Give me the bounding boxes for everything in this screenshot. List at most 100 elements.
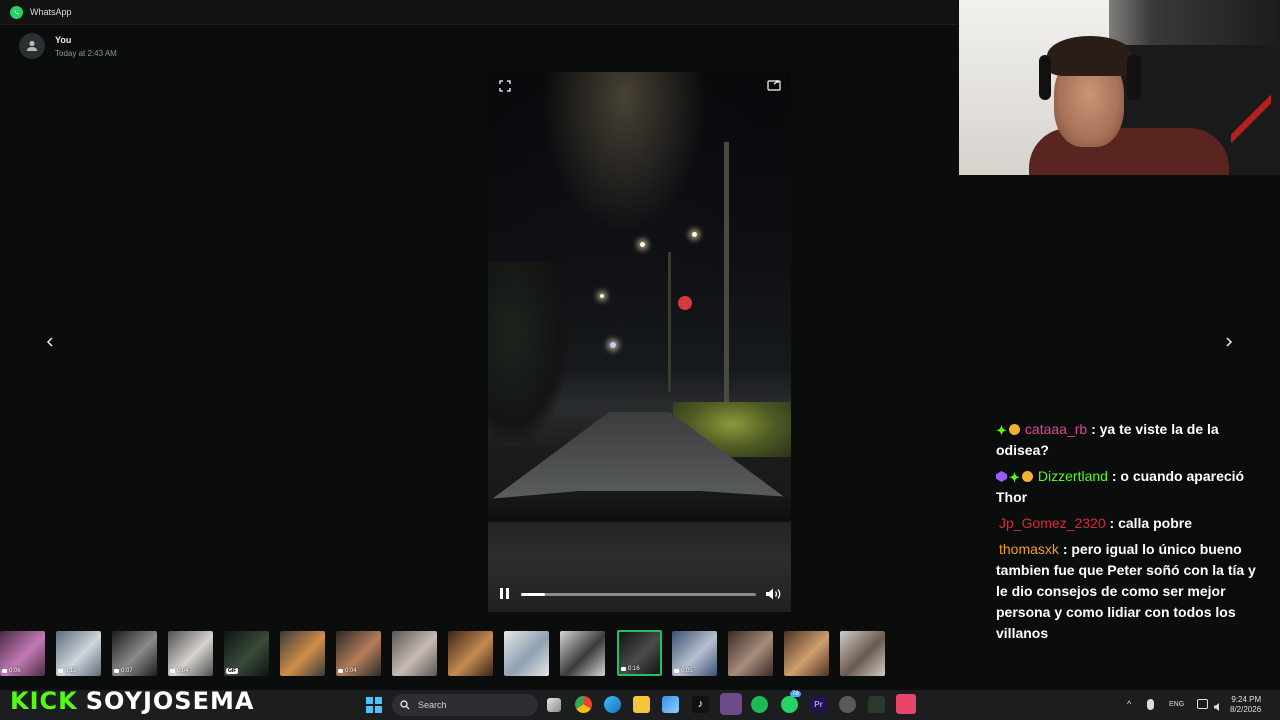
chat-username[interactable]: Jp_Gomez_2320 bbox=[999, 515, 1106, 531]
video-duration: 0:06 bbox=[9, 668, 21, 674]
webcam-hair bbox=[1047, 36, 1133, 76]
screen: WhatsApp You Today at 2:43 AM 0:06 0:10 … bbox=[0, 0, 1280, 720]
task-view-icon[interactable] bbox=[547, 698, 561, 712]
media-thumbnail[interactable]: GIF bbox=[224, 631, 269, 676]
video-duration: 0:10 bbox=[65, 668, 77, 674]
webcam-headset bbox=[1039, 55, 1051, 100]
media-thumbnail[interactable] bbox=[728, 631, 773, 676]
microsoft-store-icon[interactable] bbox=[662, 696, 679, 713]
video-frame-streetlight bbox=[692, 232, 697, 237]
media-thumbnail[interactable] bbox=[280, 631, 325, 676]
video-duration: 0:07 bbox=[121, 668, 133, 674]
picture-in-picture-icon[interactable] bbox=[767, 79, 781, 92]
chat-message: ✦ Dizzertland : o cuando apareció Thor bbox=[996, 466, 1266, 508]
windows-start-icon[interactable] bbox=[366, 697, 382, 713]
pause-icon-bar bbox=[506, 588, 509, 599]
tray-overflow-icon[interactable]: ^ bbox=[1127, 699, 1131, 709]
video-frame-streetlight bbox=[600, 294, 604, 298]
media-thumbnail[interactable] bbox=[448, 631, 493, 676]
message-timestamp: Today at 2:43 AM bbox=[55, 48, 117, 58]
taskbar-clock[interactable]: 9:24 PM 8/2/2026 bbox=[1230, 695, 1261, 715]
discord-icon[interactable] bbox=[720, 693, 742, 715]
media-thumbnail[interactable]: 0:07 bbox=[112, 631, 157, 676]
video-frame-stop-sign bbox=[678, 296, 692, 310]
chat-username[interactable]: Dizzertland bbox=[1038, 468, 1108, 484]
video-duration-badge: 0:16 bbox=[621, 666, 640, 672]
video-duration: 0:16 bbox=[628, 666, 640, 672]
edge-icon[interactable] bbox=[604, 696, 621, 713]
video-duration-badge: 0:07 bbox=[114, 668, 133, 674]
media-thumbnail[interactable] bbox=[560, 631, 605, 676]
video-progress-fill bbox=[521, 593, 545, 596]
subscriber-badge-icon: ✦ bbox=[996, 423, 1007, 438]
whatsapp-logo-icon bbox=[10, 5, 23, 19]
fullscreen-icon[interactable] bbox=[499, 80, 511, 92]
media-thumbnail[interactable] bbox=[392, 631, 437, 676]
microphone-icon[interactable] bbox=[1147, 699, 1154, 710]
chat-username[interactable]: thomasxk bbox=[999, 541, 1059, 557]
gift-badge-icon bbox=[1008, 424, 1020, 435]
search-icon bbox=[400, 700, 410, 710]
video-duration: 0:04 bbox=[345, 668, 357, 674]
gift-badge-icon bbox=[1021, 471, 1033, 482]
previous-media-button[interactable] bbox=[40, 332, 60, 352]
video-duration-badge: 0:05 bbox=[674, 668, 693, 674]
app-icon[interactable] bbox=[868, 696, 885, 713]
video-frame-headlight bbox=[610, 342, 616, 348]
chat-message: Jp_Gomez_2320 : calla pobre bbox=[996, 513, 1266, 534]
video-camera-icon bbox=[58, 669, 63, 673]
person-icon bbox=[27, 40, 37, 51]
spotify-icon[interactable] bbox=[751, 696, 768, 713]
media-thumbnail[interactable]: 0:04 bbox=[336, 631, 381, 676]
kick-channel-overlay: KICK SOYJOSEMA bbox=[10, 688, 254, 714]
network-icon[interactable] bbox=[1197, 699, 1208, 709]
media-thumbnail[interactable]: 0:10 bbox=[56, 631, 101, 676]
video-seek-bar[interactable] bbox=[521, 593, 756, 596]
video-camera-icon bbox=[674, 669, 679, 673]
pause-button[interactable] bbox=[500, 588, 512, 600]
whatsapp-taskbar-icon[interactable] bbox=[781, 696, 798, 713]
chrome-icon[interactable] bbox=[575, 696, 592, 713]
video-duration-badge: 0:04 bbox=[338, 668, 357, 674]
taskbar-search-box[interactable]: Search bbox=[392, 694, 538, 716]
chat-username[interactable]: cataaa_rb bbox=[1025, 421, 1087, 437]
kick-logo-text: KICK bbox=[10, 687, 78, 715]
webcam-headset bbox=[1127, 55, 1141, 100]
media-thumbnail[interactable]: 0:04 bbox=[168, 631, 213, 676]
media-thumbnail[interactable] bbox=[840, 631, 885, 676]
video-duration: 0:04 bbox=[177, 668, 189, 674]
chat-text: : o cuando apareció Thor bbox=[996, 468, 1245, 505]
media-thumbnail[interactable] bbox=[504, 631, 549, 676]
video-duration: 0:05 bbox=[681, 668, 693, 674]
speaker-icon[interactable] bbox=[1213, 699, 1224, 711]
next-media-button[interactable] bbox=[1219, 332, 1239, 352]
video-duration-badge: 0:10 bbox=[58, 668, 77, 674]
clock-date: 8/2/2026 bbox=[1230, 705, 1262, 714]
avatar[interactable] bbox=[19, 33, 45, 59]
media-thumbnail[interactable] bbox=[784, 631, 829, 676]
media-thumbnail[interactable]: 0:16 bbox=[617, 630, 662, 676]
volume-icon[interactable] bbox=[765, 587, 783, 601]
webcam-shirt bbox=[1029, 128, 1229, 175]
search-placeholder: Search bbox=[418, 700, 447, 710]
media-thumbnail[interactable]: 0:06 bbox=[0, 631, 45, 676]
media-thumbnail[interactable]: 0:05 bbox=[672, 631, 717, 676]
chat-text: : calla pobre bbox=[1109, 515, 1192, 531]
whatsapp-titlebar: WhatsApp bbox=[0, 0, 958, 25]
tiktok-live-icon[interactable] bbox=[896, 694, 916, 714]
subscriber-badge-icon: ✦ bbox=[1009, 470, 1020, 485]
file-explorer-icon[interactable] bbox=[633, 696, 650, 713]
chat-message: thomasxk : pero igual lo único bueno tam… bbox=[996, 539, 1266, 644]
chevron-left-icon bbox=[46, 337, 53, 347]
obs-icon[interactable] bbox=[839, 696, 856, 713]
media-thumbnail-strip: 0:06 0:10 0:07 0:04 GIF 0:04 0:16 0:05 bbox=[0, 627, 958, 679]
tiktok-icon[interactable]: ♪ bbox=[692, 696, 709, 713]
chevron-right-icon bbox=[1226, 337, 1233, 347]
whatsapp-notification-badge: 78 bbox=[790, 691, 801, 697]
language-indicator[interactable]: ENG bbox=[1169, 701, 1184, 708]
video-frame-pole bbox=[724, 142, 729, 402]
video-frame-dashboard-lower bbox=[488, 522, 791, 612]
premiere-pro-icon[interactable]: Pr bbox=[810, 696, 827, 713]
video-duration-badge: 0:04 bbox=[170, 668, 189, 674]
video-player[interactable] bbox=[488, 72, 791, 612]
